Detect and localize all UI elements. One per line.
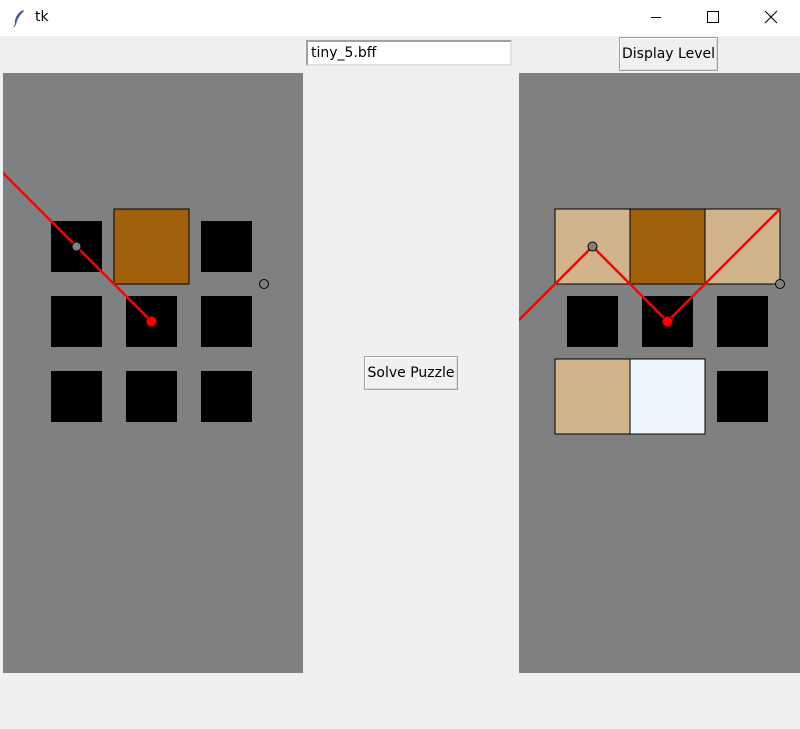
open-slot (51, 371, 102, 422)
open-slot (201, 296, 252, 347)
title-bar: tk (0, 0, 800, 36)
open-slot (717, 296, 768, 347)
open-slot (201, 371, 252, 422)
target-point (775, 279, 785, 289)
solution-board (519, 208, 785, 435)
puzzle-board (3, 171, 269, 422)
open-slot (51, 296, 102, 347)
target-point (259, 279, 269, 289)
filename-input[interactable] (306, 40, 512, 66)
display-level-button[interactable]: Display Level (619, 37, 718, 71)
open-slot (567, 296, 618, 347)
open-slot (201, 221, 252, 272)
maximize-button[interactable] (684, 0, 742, 34)
close-icon (764, 10, 778, 24)
puzzle-canvas (3, 73, 303, 673)
window-title: tk (35, 9, 49, 25)
refract-block (629, 358, 706, 435)
reflect-block (554, 358, 631, 435)
minimize-icon (651, 17, 661, 18)
target-point (587, 241, 598, 252)
open-slot (126, 371, 177, 422)
open-slot (717, 371, 768, 422)
close-button[interactable] (742, 0, 800, 34)
minimize-button[interactable] (627, 0, 685, 34)
opaque-block (113, 208, 190, 285)
feather-icon (12, 9, 26, 28)
target-point (71, 241, 82, 252)
solve-puzzle-button[interactable]: Solve Puzzle (364, 356, 458, 390)
opaque-block (629, 208, 706, 285)
target-point-hit (662, 316, 673, 327)
solution-canvas (519, 73, 800, 673)
maximize-icon (707, 11, 719, 23)
target-point-hit (146, 316, 157, 327)
